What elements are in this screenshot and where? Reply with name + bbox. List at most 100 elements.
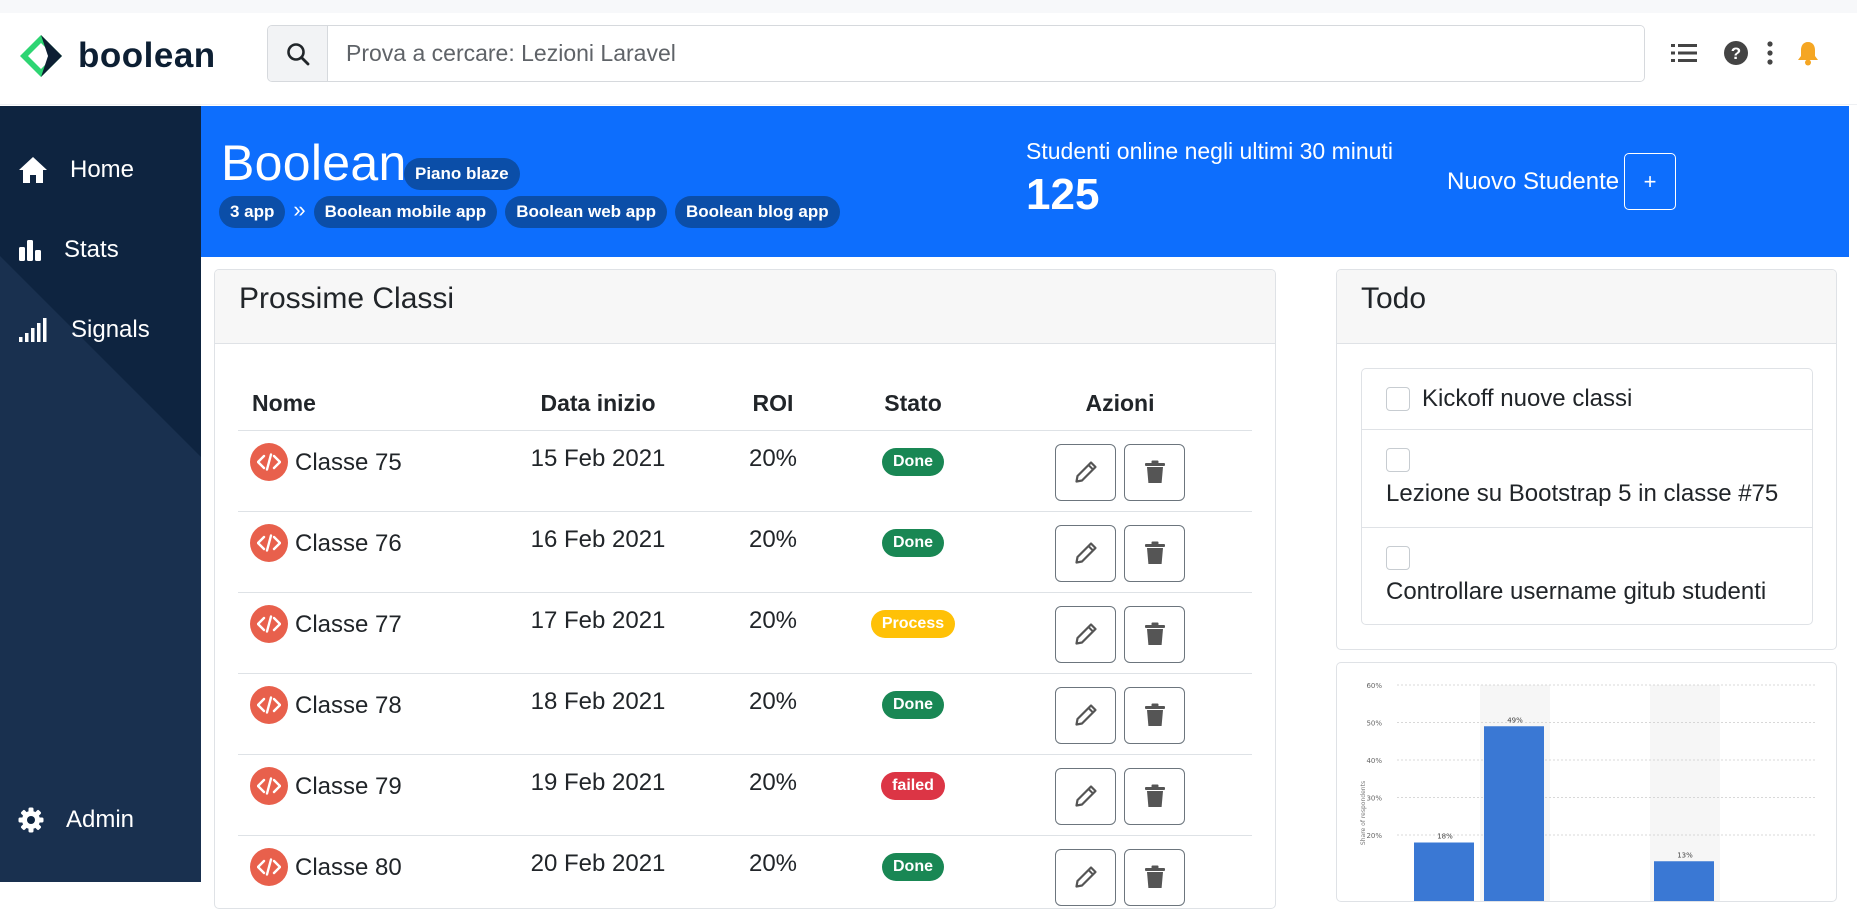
class-roi: 20%	[708, 592, 838, 674]
pencil-icon	[1074, 785, 1097, 807]
sidebar-item-signals[interactable]: Signals	[18, 316, 150, 344]
todo-card: Todo Kickoff nuove classi Lezione su Boo…	[1336, 269, 1837, 650]
class-roi: 20%	[708, 511, 838, 593]
class-roi: 20%	[708, 754, 838, 836]
chart-tick-label: 60%	[1366, 682, 1382, 690]
class-name[interactable]: Classe 76	[295, 530, 402, 558]
class-name-cell: Classe 76	[238, 511, 488, 593]
status-badge: Done	[882, 852, 944, 881]
chart-bar	[1414, 842, 1474, 901]
app-badge-blog[interactable]: Boolean blog app	[674, 196, 840, 228]
todo-list: Kickoff nuove classi Lezione su Bootstra…	[1361, 368, 1813, 625]
class-status-cell: Done	[838, 430, 988, 512]
edit-button[interactable]	[1055, 443, 1116, 501]
app-badge-mobile[interactable]: Boolean mobile app	[313, 196, 498, 228]
class-actions-cell	[988, 835, 1252, 908]
delete-button[interactable]	[1124, 443, 1185, 501]
chart-tick-label: 40%	[1366, 757, 1382, 765]
edit-button[interactable]	[1055, 767, 1116, 825]
bell-icon[interactable]	[1794, 37, 1822, 69]
todo-item: Kickoff nuove classi	[1362, 369, 1812, 430]
new-student-label: Nuovo Studente	[1447, 168, 1620, 195]
todo-checkbox[interactable]	[1386, 448, 1410, 472]
code-icon	[250, 685, 288, 724]
breadcrumb-separator: »	[293, 197, 306, 222]
code-icon	[250, 766, 288, 805]
status-badge: failed	[881, 771, 945, 800]
class-name[interactable]: Classe 78	[295, 692, 402, 720]
delete-button[interactable]	[1124, 524, 1185, 582]
column-header-actions: Azioni	[988, 378, 1252, 431]
class-name-cell: Classe 78	[238, 673, 488, 755]
edit-button[interactable]	[1055, 605, 1116, 663]
search-input[interactable]	[328, 26, 1644, 81]
list-icon[interactable]	[1668, 37, 1700, 69]
table-row: Classe 78 18 Feb 2021 20% Done	[238, 673, 1252, 755]
home-icon	[19, 157, 47, 183]
pencil-icon	[1074, 623, 1097, 645]
delete-button[interactable]	[1124, 686, 1185, 744]
class-date: 17 Feb 2021	[488, 592, 708, 674]
classes-card: Prossime Classi Nome Data inizio ROI Sta…	[214, 269, 1276, 909]
sidebar-item-stats[interactable]: Stats	[18, 236, 119, 264]
app-breadcrumb: 3 app » Boolean mobile app Boolean web a…	[219, 196, 848, 228]
kebab-menu-icon[interactable]	[1764, 37, 1776, 69]
todo-item: Lezione su Bootstrap 5 in classe #75	[1362, 430, 1812, 528]
class-name[interactable]: Classe 80	[295, 854, 402, 882]
pencil-icon	[1074, 866, 1097, 888]
pencil-icon	[1074, 542, 1097, 564]
delete-button[interactable]	[1124, 605, 1185, 663]
todo-checkbox[interactable]	[1386, 387, 1410, 411]
pencil-icon	[1074, 704, 1097, 726]
delete-button[interactable]	[1124, 848, 1185, 906]
code-icon	[250, 604, 288, 643]
sidebar-item-label: Signals	[71, 316, 150, 343]
chart-tick-label: 30%	[1366, 795, 1382, 803]
class-name-cell: Classe 79	[238, 754, 488, 836]
class-name-cell: Classe 77	[238, 592, 488, 674]
class-actions-cell	[988, 754, 1252, 836]
class-date: 18 Feb 2021	[488, 673, 708, 755]
add-student-button[interactable]: +	[1624, 153, 1676, 210]
search-button[interactable]	[268, 26, 328, 81]
trash-icon	[1144, 703, 1165, 726]
table-row: Classe 79 19 Feb 2021 20% failed	[238, 754, 1252, 836]
sidebar-decoration	[0, 256, 201, 457]
todo-item-label: Controllare username gitub studenti	[1386, 578, 1767, 605]
status-badge: Done	[882, 690, 944, 719]
column-header-roi: ROI	[708, 378, 838, 431]
sidebar-item-admin[interactable]: Admin	[18, 806, 134, 834]
class-status-cell: failed	[838, 754, 988, 836]
apps-count-badge[interactable]: 3 app	[219, 196, 286, 228]
gear-icon	[18, 807, 44, 833]
app-badge-web[interactable]: Boolean web app	[505, 196, 667, 228]
pencil-icon	[1074, 461, 1097, 483]
class-name[interactable]: Classe 79	[295, 773, 402, 801]
logo[interactable]: boolean	[18, 33, 216, 79]
chart-data-label: 18%	[1437, 833, 1453, 841]
trash-icon	[1144, 541, 1165, 564]
bar-chart: 60% 50% 40% 30% 20%Share of respondents 18% 49…	[1360, 682, 1817, 901]
sidebar-item-home[interactable]: Home	[18, 156, 134, 184]
class-name[interactable]: Classe 77	[295, 611, 402, 639]
class-date: 20 Feb 2021	[488, 835, 708, 908]
signal-icon	[19, 318, 47, 342]
class-status-cell: Process	[838, 592, 988, 674]
todo-checkbox[interactable]	[1386, 546, 1410, 570]
help-icon[interactable]: ?	[1722, 37, 1750, 69]
todo-item-label: Kickoff nuove classi	[1422, 385, 1633, 412]
chart-tick-label: 20%	[1366, 832, 1382, 840]
search-bar	[267, 25, 1645, 82]
edit-button[interactable]	[1055, 848, 1116, 906]
edit-button[interactable]	[1055, 524, 1116, 582]
status-badge: Done	[882, 447, 944, 476]
class-name[interactable]: Classe 75	[295, 449, 402, 477]
class-name-cell: Classe 75	[238, 430, 488, 512]
edit-button[interactable]	[1055, 686, 1116, 744]
chart-data-label: 13%	[1677, 851, 1693, 859]
logo-text: boolean	[78, 36, 216, 75]
class-date: 16 Feb 2021	[488, 511, 708, 593]
delete-button[interactable]	[1124, 767, 1185, 825]
trash-icon	[1144, 622, 1165, 645]
trash-icon	[1144, 460, 1165, 483]
